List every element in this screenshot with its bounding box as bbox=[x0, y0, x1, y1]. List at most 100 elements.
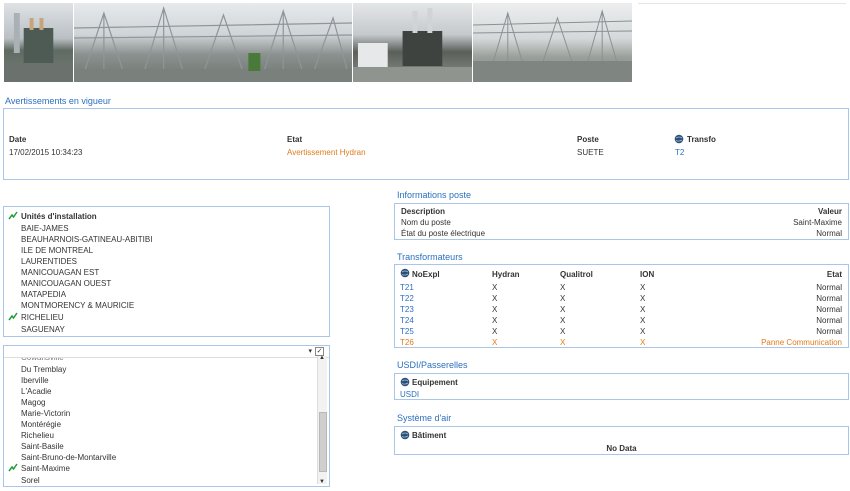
station-item[interactable]: Saint-Bruno-de-Montarville bbox=[21, 453, 116, 462]
col-etat: Etat bbox=[826, 270, 842, 279]
ion-cell: X bbox=[640, 283, 646, 292]
header-rule bbox=[638, 3, 846, 4]
col-hydran: Hydran bbox=[492, 270, 520, 279]
info-poste-panel: Description Valeur Nom du poste Saint-Ma… bbox=[394, 203, 849, 240]
station-item-selected[interactable]: Saint-Maxime bbox=[21, 464, 70, 473]
qualitrol-cell: X bbox=[560, 305, 566, 314]
banner-photos bbox=[4, 3, 633, 82]
unit-item[interactable]: MONTMORENCY & MAURICIE bbox=[21, 301, 134, 310]
station-item[interactable]: Iberville bbox=[21, 376, 49, 385]
hydran-cell: X bbox=[492, 338, 498, 347]
units-header: Unités d'installation bbox=[21, 212, 97, 221]
unit-item[interactable]: MANICOUAGAN EST bbox=[21, 268, 99, 277]
transformers-title: Transformateurs bbox=[397, 252, 463, 262]
col-ion: ION bbox=[640, 270, 655, 279]
info-poste-row: État du poste électrique Normal bbox=[401, 229, 842, 239]
ion-cell: X bbox=[640, 327, 646, 336]
station-item[interactable]: Magog bbox=[21, 398, 45, 407]
check-icon bbox=[8, 463, 18, 472]
warning-etat-link[interactable]: Avertissement Hydran bbox=[287, 148, 366, 157]
warning-poste: SUETE bbox=[577, 148, 604, 157]
transformers-panel: NoExpl Hydran Qualitrol ION Etat T21 X X… bbox=[394, 264, 849, 348]
etat-cell-alert: Panne Communication bbox=[761, 338, 842, 347]
unit-item[interactable]: SAGUENAY bbox=[21, 325, 65, 334]
unit-item-selected[interactable]: RICHELIEU bbox=[21, 313, 64, 322]
col-noexpl: NoExpl bbox=[412, 270, 440, 279]
warnings-title: Avertissements en vigueur bbox=[5, 96, 111, 106]
scroll-up-icon[interactable]: ▲ bbox=[319, 355, 325, 361]
unit-item[interactable]: ILE DE MONTREAL bbox=[21, 246, 93, 255]
info-poste-row: Nom du poste Saint-Maxime bbox=[401, 218, 842, 228]
usdi-title: USDI/Passerelles bbox=[397, 360, 468, 370]
hydran-cell: X bbox=[492, 283, 498, 292]
substation-photo-2 bbox=[74, 3, 353, 82]
info-poste-header: Description Valeur bbox=[401, 207, 842, 217]
stations-scrollbar[interactable]: ▲ ▼ bbox=[317, 355, 327, 485]
substation-photo-1 bbox=[4, 3, 74, 82]
dropdown-arrow-icon[interactable]: ▾ bbox=[308, 347, 312, 355]
warnings-panel: Date Etat Poste Transfo 17/02/2015 10:34… bbox=[3, 108, 849, 180]
info-poste-title: Informations poste bbox=[397, 190, 472, 200]
air-panel: Bâtiment No Data bbox=[394, 426, 849, 455]
station-item[interactable]: Montérégie bbox=[21, 420, 61, 429]
col-valeur: Valeur bbox=[817, 207, 842, 216]
transformer-link-alert[interactable]: T26 bbox=[400, 338, 414, 347]
info-value: Normal bbox=[816, 229, 842, 238]
hydran-cell: X bbox=[492, 327, 498, 336]
transformer-link[interactable]: T22 bbox=[400, 294, 414, 303]
etat-cell: Normal bbox=[816, 294, 842, 303]
globe-icon bbox=[400, 430, 410, 440]
warnings-header-poste: Poste bbox=[577, 135, 599, 144]
globe-icon bbox=[674, 134, 684, 144]
info-value: Saint-Maxime bbox=[793, 218, 842, 227]
info-label: État du poste électrique bbox=[401, 229, 486, 238]
col-description: Description bbox=[401, 207, 446, 216]
warnings-header-etat: Etat bbox=[287, 135, 303, 144]
ion-cell: X bbox=[640, 338, 646, 347]
ion-cell: X bbox=[640, 294, 646, 303]
qualitrol-cell: X bbox=[560, 327, 566, 336]
air-header: Bâtiment bbox=[412, 431, 447, 440]
transformer-link[interactable]: T21 bbox=[400, 283, 414, 292]
substation-photo-4 bbox=[473, 3, 633, 82]
units-panel: Unités d'installation BAIE-JAMES BEAUHAR… bbox=[3, 206, 330, 337]
transformer-link[interactable]: T25 bbox=[400, 327, 414, 336]
usdi-panel: Equipement USDI bbox=[394, 373, 849, 400]
qualitrol-cell: X bbox=[560, 316, 566, 325]
air-title: Système d'air bbox=[397, 413, 452, 423]
transformer-link[interactable]: T24 bbox=[400, 316, 414, 325]
scrollbar-thumb[interactable] bbox=[319, 412, 327, 472]
etat-cell: Normal bbox=[816, 283, 842, 292]
globe-icon bbox=[400, 377, 410, 387]
station-item[interactable]: Sorel bbox=[21, 476, 40, 485]
check-icon bbox=[8, 211, 18, 220]
unit-item[interactable]: BAIE-JAMES bbox=[21, 224, 69, 233]
station-item[interactable]: L'Acadie bbox=[21, 387, 51, 396]
info-label: Nom du poste bbox=[401, 218, 451, 227]
usdi-link[interactable]: USDI bbox=[400, 390, 419, 399]
unit-item[interactable]: BEAUHARNOIS-GATINEAU-ABITIBI bbox=[21, 235, 152, 244]
stations-panel: ▾ ✓ Cowansville ▾ ✓ Du Tremblay Ibervill… bbox=[3, 345, 330, 487]
scroll-down-icon[interactable]: ▼ bbox=[319, 479, 325, 485]
station-item[interactable]: Du Tremblay bbox=[21, 365, 66, 374]
station-item[interactable]: Saint-Basile bbox=[21, 442, 64, 451]
qualitrol-cell: X bbox=[560, 283, 566, 292]
station-item[interactable]: Marie-Victorin bbox=[21, 409, 70, 418]
station-item[interactable]: Richelieu bbox=[21, 431, 54, 440]
hydran-cell: X bbox=[492, 316, 498, 325]
warnings-header-transfo: Transfo bbox=[687, 135, 716, 144]
transformer-link[interactable]: T23 bbox=[400, 305, 414, 314]
warning-date: 17/02/2015 10:34:23 bbox=[9, 148, 83, 157]
etat-cell: Normal bbox=[816, 305, 842, 314]
hydran-cell: X bbox=[492, 305, 498, 314]
etat-cell: Normal bbox=[816, 316, 842, 325]
unit-item[interactable]: MANICOUAGAN OUEST bbox=[21, 279, 111, 288]
ion-cell: X bbox=[640, 316, 646, 325]
unit-item[interactable]: MATAPEDIA bbox=[21, 290, 66, 299]
stations-list-header bbox=[4, 346, 329, 358]
unit-item[interactable]: LAURENTIDES bbox=[21, 257, 77, 266]
col-qualitrol: Qualitrol bbox=[560, 270, 593, 279]
substation-photo-3 bbox=[353, 3, 473, 82]
globe-icon bbox=[400, 268, 410, 278]
warning-transfo-link[interactable]: T2 bbox=[675, 148, 684, 157]
